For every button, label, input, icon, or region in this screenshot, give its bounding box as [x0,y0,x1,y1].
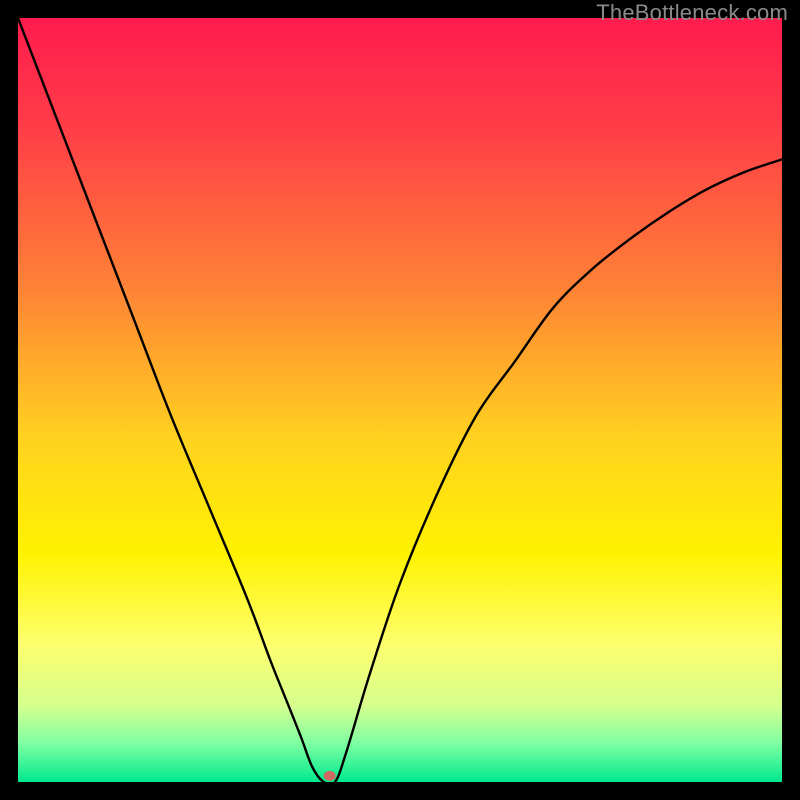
bottleneck-chart [18,18,782,782]
chart-background [18,18,782,782]
optimum-marker [324,771,336,781]
watermark-text: TheBottleneck.com [596,0,788,26]
chart-stage: TheBottleneck.com [0,0,800,800]
chart-plot-area [18,18,782,782]
